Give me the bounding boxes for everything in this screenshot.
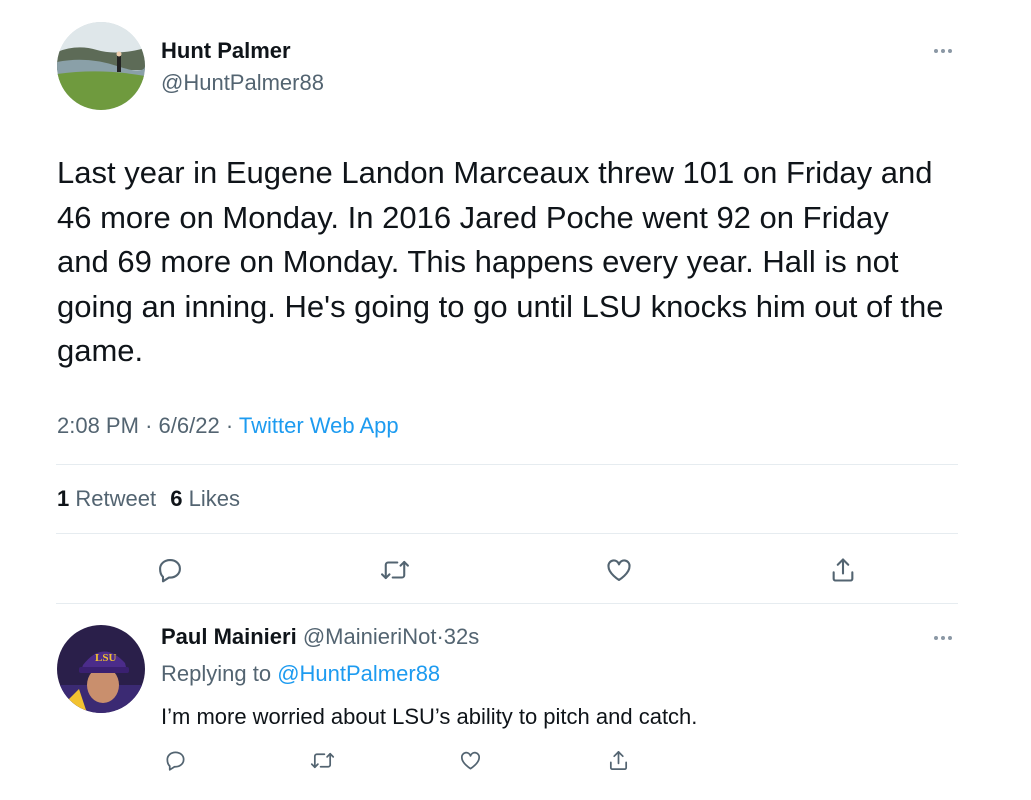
meta-separator: · (145, 413, 153, 438)
tweet-stats: 1 Retweet 6 Likes (57, 486, 240, 512)
reply-text: I’m more worried about LSU’s ability to … (161, 704, 698, 729)
reply-share-button[interactable] (603, 745, 633, 775)
like-icon (607, 559, 631, 581)
retweet-icon (381, 560, 409, 580)
reply-more-options-icon[interactable] (934, 636, 952, 640)
reply-author-display-name[interactable]: Paul Mainieri (161, 624, 297, 649)
reply-like-button[interactable] (455, 745, 485, 775)
reply-icon (165, 750, 185, 771)
retweet-button[interactable] (377, 552, 413, 588)
meta-separator: · (225, 413, 234, 438)
divider (56, 603, 958, 604)
replying-label: Replying to (161, 661, 272, 686)
likes-stat[interactable]: 6 Likes (170, 486, 240, 511)
tweet-source[interactable]: Twitter Web App (239, 413, 399, 438)
like-icon (460, 751, 480, 770)
like-button[interactable] (601, 552, 637, 588)
author-display-name[interactable]: Hunt Palmer (161, 38, 291, 64)
share-button[interactable] (825, 552, 861, 588)
svg-text:LSU: LSU (95, 652, 116, 664)
replying-to: Replying to @HuntPalmer88 (161, 661, 440, 687)
retweet-icon (310, 752, 334, 768)
reply-header: Paul Mainieri @MainieriNot·32s (161, 624, 479, 650)
golfer-on-cliff-avatar (57, 22, 145, 110)
retweets-count: 1 (57, 486, 70, 511)
divider (56, 533, 958, 534)
reply-author-avatar[interactable]: LSU (57, 625, 145, 713)
author-avatar[interactable] (57, 22, 145, 110)
tweet-date[interactable]: 6/6/22 (159, 413, 220, 438)
divider (56, 464, 958, 465)
likes-label: Likes (188, 486, 240, 511)
lsu-cap-avatar: LSU (57, 625, 145, 713)
likes-count: 6 (170, 486, 183, 511)
share-icon (609, 750, 627, 770)
share-icon (832, 558, 854, 582)
tweet-meta: 2:08 PM · 6/6/22 · Twitter Web App (57, 413, 399, 439)
reply-button[interactable] (152, 552, 188, 588)
reply-icon (159, 559, 181, 583)
tweet-text: Last year in Eugene Landon Marceaux thre… (57, 155, 944, 368)
author-handle[interactable]: @HuntPalmer88 (161, 70, 324, 96)
reply-reply-button[interactable] (160, 745, 190, 775)
reply-author-handle[interactable]: @MainieriNot (303, 624, 437, 649)
reply-separator: · (436, 624, 444, 649)
replying-to-handle[interactable]: @HuntPalmer88 (277, 661, 440, 686)
retweets-label: Retweet (75, 486, 157, 511)
reply-retweet-button[interactable] (307, 745, 337, 775)
more-options-icon[interactable] (934, 49, 952, 53)
retweets-stat[interactable]: 1 Retweet (57, 486, 162, 511)
tweet-time[interactable]: 2:08 PM (57, 413, 139, 438)
reply-time[interactable]: 32s (444, 624, 479, 649)
